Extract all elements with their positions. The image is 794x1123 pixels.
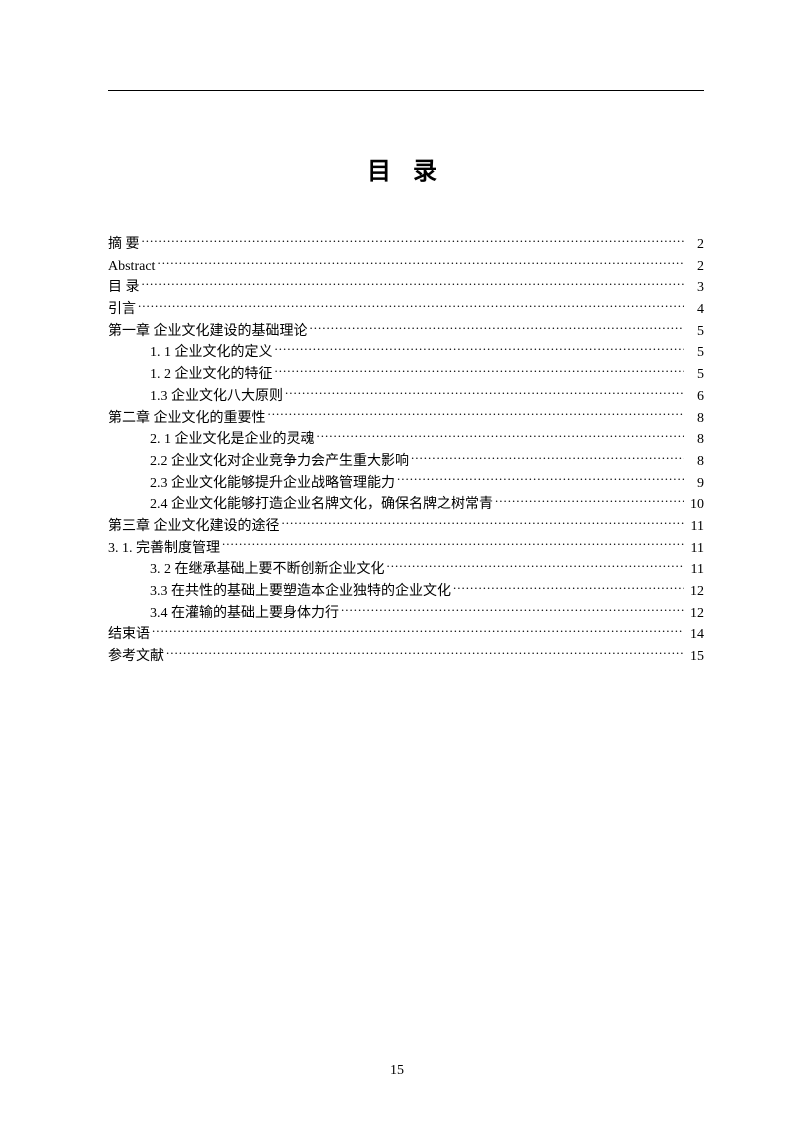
toc-leader-dots [282, 516, 685, 530]
toc-entry-page: 6 [686, 386, 704, 408]
toc-entry: 第二章 企业文化的重要性 8 [108, 408, 704, 430]
toc-leader-dots [317, 429, 685, 443]
toc-entry-label: 3.3 在共性的基础上要塑造本企业独特的企业文化 [150, 581, 451, 603]
toc-entry: 目 录 3 [108, 277, 704, 299]
toc-entry-label: 第一章 企业文化建设的基础理论 [108, 321, 308, 343]
toc-entry-label: 结束语 [108, 624, 150, 646]
toc-entry-page: 12 [686, 581, 704, 603]
toc-entry: 3.3 在共性的基础上要塑造本企业独特的企业文化 12 [108, 581, 704, 603]
toc-entry: 2.3 企业文化能够提升企业战略管理能力 9 [108, 473, 704, 495]
toc-leader-dots [275, 364, 685, 378]
toc-entry: 1.3 企业文化八大原则 6 [108, 386, 704, 408]
toc-entry-page: 12 [686, 603, 704, 625]
toc-entry: 摘 要 2 [108, 234, 704, 256]
toc-entry-page: 5 [686, 342, 704, 364]
toc-leader-dots [275, 342, 685, 356]
toc-entry-page: 3 [686, 277, 704, 299]
toc-leader-dots [397, 473, 684, 487]
toc-leader-dots [142, 234, 685, 248]
toc-leader-dots [152, 624, 684, 638]
toc-leader-dots [341, 603, 684, 617]
toc-entry-page: 11 [686, 559, 704, 581]
document-page: 目 录 摘 要 2 Abstract 2 目 录 3 引言 4 第一章 企业文化建设的基础理论 5… [0, 0, 794, 1123]
toc-entry-label: 参考文献 [108, 646, 164, 668]
toc-leader-dots [157, 256, 684, 270]
toc-leader-dots [142, 277, 685, 291]
toc-leader-dots [387, 559, 685, 573]
toc-entry-page: 11 [686, 516, 704, 538]
toc-entry: 第一章 企业文化建设的基础理论 5 [108, 321, 704, 343]
toc-entry-label: 2. 1 企业文化是企业的灵魂 [150, 429, 315, 451]
toc-entry-label: 2.4 企业文化能够打造企业名牌文化，确保名牌之树常青 [150, 494, 493, 516]
toc-leader-dots [285, 386, 684, 400]
toc-entry-label: 引言 [108, 299, 136, 321]
toc-entry: 参考文献 15 [108, 646, 704, 668]
toc-entry: 第三章 企业文化建设的途径 11 [108, 516, 704, 538]
toc-entry: 2.2 企业文化对企业竞争力会产生重大影响 8 [108, 451, 704, 473]
toc-entry-label: 2.2 企业文化对企业竞争力会产生重大影响 [150, 451, 409, 473]
toc-leader-dots [268, 408, 685, 422]
toc-entry: 3. 1. 完善制度管理 11 [108, 538, 704, 560]
toc-entry-label: 摘 要 [108, 234, 140, 256]
toc-entry-page: 8 [686, 451, 704, 473]
toc-entry-page: 5 [686, 321, 704, 343]
toc-entry: 3.4 在灌输的基础上要身体力行 12 [108, 603, 704, 625]
toc-entry-label: 1.3 企业文化八大原则 [150, 386, 283, 408]
toc-entry-label: 3.4 在灌输的基础上要身体力行 [150, 603, 339, 625]
toc-entry-page: 14 [686, 624, 704, 646]
toc-list: 摘 要2Abstract2目 录3引言4第一章 企业文化建设的基础理论51. 1… [108, 234, 704, 668]
toc-entry-label: Abstract [108, 256, 155, 278]
toc-entry-page: 2 [686, 256, 704, 278]
toc-entry: Abstract 2 [108, 256, 704, 278]
toc-title: 目 录 [108, 151, 704, 186]
toc-entry-page: 10 [686, 494, 704, 516]
toc-entry-label: 1. 2 企业文化的特征 [150, 364, 273, 386]
toc-entry-page: 4 [686, 299, 704, 321]
toc-leader-dots [411, 451, 684, 465]
toc-leader-dots [495, 494, 684, 508]
toc-leader-dots [222, 538, 684, 552]
toc-entry-page: 2 [686, 234, 704, 256]
toc-entry: 2. 1 企业文化是企业的灵魂 8 [108, 429, 704, 451]
toc-entry-page: 5 [686, 364, 704, 386]
toc-leader-dots [166, 646, 684, 660]
toc-entry-label: 第三章 企业文化建设的途径 [108, 516, 280, 538]
toc-entry-label: 2.3 企业文化能够提升企业战略管理能力 [150, 473, 395, 495]
toc-entry: 2.4 企业文化能够打造企业名牌文化，确保名牌之树常青 10 [108, 494, 704, 516]
toc-entry-label: 3. 2 在继承基础上要不断创新企业文化 [150, 559, 385, 581]
top-horizontal-rule [108, 90, 704, 91]
toc-entry: 3. 2 在继承基础上要不断创新企业文化 11 [108, 559, 704, 581]
toc-entry-label: 目 录 [108, 277, 140, 299]
page-number: 15 [0, 1063, 794, 1079]
toc-entry-page: 8 [686, 429, 704, 451]
toc-entry-page: 8 [686, 408, 704, 430]
toc-entry-label: 1. 1 企业文化的定义 [150, 342, 273, 364]
toc-entry: 1. 2 企业文化的特征 5 [108, 364, 704, 386]
toc-entry: 结束语 14 [108, 624, 704, 646]
toc-leader-dots [453, 581, 684, 595]
toc-entry-page: 11 [686, 538, 704, 560]
toc-entry-page: 9 [686, 473, 704, 495]
toc-entry-label: 3. 1. 完善制度管理 [108, 538, 220, 560]
toc-entry: 引言 4 [108, 299, 704, 321]
toc-entry-label: 第二章 企业文化的重要性 [108, 408, 266, 430]
toc-leader-dots [138, 299, 684, 313]
toc-entry: 1. 1 企业文化的定义 5 [108, 342, 704, 364]
toc-leader-dots [310, 321, 685, 335]
toc-entry-page: 15 [686, 646, 704, 668]
